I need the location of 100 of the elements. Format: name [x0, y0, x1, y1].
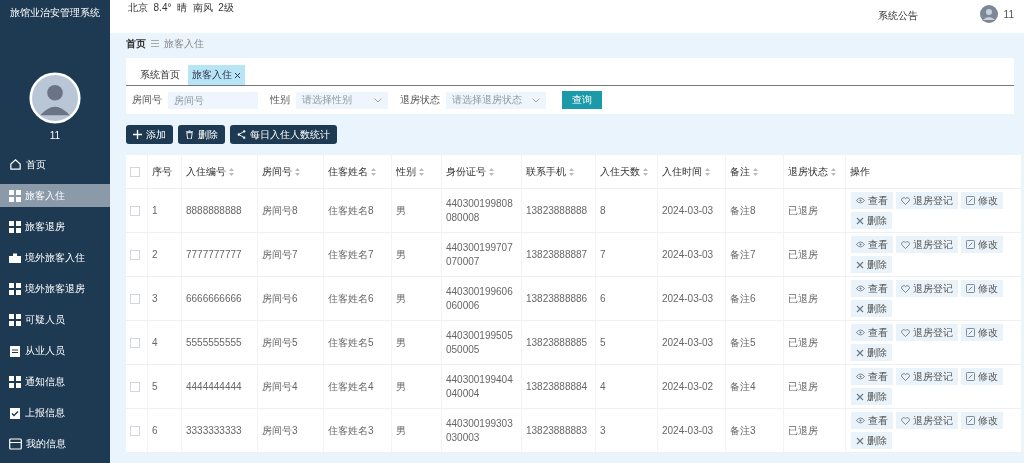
- table-cell: 2024-03-03: [662, 203, 714, 218]
- table-cell: 8888888888: [186, 203, 242, 218]
- table-cell: 8: [600, 203, 606, 218]
- action-button[interactable]: 查看: [851, 236, 893, 253]
- action-button[interactable]: 删除: [851, 300, 892, 317]
- avatar: [28, 72, 82, 124]
- menu-item[interactable]: 上报信息: [0, 401, 110, 424]
- action-button[interactable]: 修改: [961, 280, 1003, 297]
- table-cell: 13823888887: [526, 247, 588, 262]
- table-cell: 2024-03-03: [662, 335, 714, 350]
- table-cell: 13823888884: [526, 379, 588, 394]
- action-button[interactable]: 删除: [851, 388, 892, 405]
- avatar[interactable]: [979, 5, 998, 23]
- menu-item[interactable]: 可疑人员: [0, 308, 110, 331]
- grid-icon: [9, 313, 21, 326]
- sort-icon[interactable]: [753, 167, 758, 176]
- table-cell: 13823888886: [526, 291, 588, 306]
- checkbox[interactable]: [130, 293, 140, 304]
- action-button[interactable]: 查看: [851, 368, 893, 385]
- sort-icon[interactable]: [419, 167, 424, 176]
- column-header[interactable]: 联系手机: [526, 164, 574, 179]
- sort-icon[interactable]: [705, 167, 710, 176]
- checkbox[interactable]: [130, 425, 140, 436]
- table-cell: 备注3: [730, 423, 756, 438]
- action-button[interactable]: 查看: [851, 280, 893, 297]
- menu-item[interactable]: 首页: [0, 153, 110, 176]
- tab[interactable]: 系统首页: [136, 65, 184, 85]
- action-button[interactable]: 退房登记: [896, 192, 958, 209]
- heart-icon: [901, 284, 910, 293]
- checkbox[interactable]: [130, 205, 140, 216]
- action-button[interactable]: 修改: [961, 368, 1003, 385]
- action-button[interactable]: 删除: [851, 256, 892, 273]
- eye-icon: [856, 373, 865, 380]
- checkbox[interactable]: [130, 337, 140, 348]
- table-cell: 房间号7: [262, 247, 298, 262]
- action-button[interactable]: 查看: [851, 324, 893, 341]
- input-field[interactable]: 房间号: [168, 91, 258, 109]
- action-button[interactable]: 修改: [961, 236, 1003, 253]
- toolbar-button[interactable]: 每日入住人数统计: [230, 125, 337, 144]
- sort-icon[interactable]: [229, 167, 234, 176]
- edit-icon: [966, 240, 975, 249]
- menu-item[interactable]: 境外旅客入住: [0, 246, 110, 269]
- notice-link[interactable]: 系统公告: [877, 9, 918, 23]
- sort-icon[interactable]: [831, 167, 836, 176]
- clipboard-icon: [9, 344, 21, 357]
- toolbar-button[interactable]: 添加: [126, 125, 173, 144]
- action-button[interactable]: 退房登记: [896, 412, 958, 429]
- table-cell: 房间号6: [262, 291, 298, 306]
- action-button[interactable]: 退房登记: [896, 236, 958, 253]
- menu-item[interactable]: 旅客退房: [0, 215, 110, 238]
- column-header[interactable]: 性别: [396, 164, 424, 179]
- action-button[interactable]: 修改: [961, 192, 1003, 209]
- checkbox[interactable]: [130, 381, 140, 392]
- sort-icon[interactable]: [643, 167, 648, 176]
- table-cell: 房间号3: [262, 423, 298, 438]
- action-button[interactable]: 退房登记: [896, 368, 958, 385]
- action-button[interactable]: 退房登记: [896, 280, 958, 297]
- action-button[interactable]: 修改: [961, 412, 1003, 429]
- menu-item[interactable]: 从业人员: [0, 339, 110, 362]
- table-cell-text: 440300199303030003: [446, 416, 514, 445]
- sort-icon[interactable]: [295, 167, 300, 176]
- table-cell: 13823888883: [526, 423, 588, 438]
- table-cell: 2024-03-03: [662, 291, 714, 306]
- column-header[interactable]: 房间号: [262, 164, 300, 179]
- table-cell: 已退房: [788, 335, 818, 350]
- table-cell: 房间号8: [262, 203, 298, 218]
- chevron-down-icon: [374, 97, 382, 103]
- checkbox[interactable]: [130, 166, 140, 177]
- menu-item[interactable]: 境外旅客退房: [0, 277, 110, 300]
- sort-icon[interactable]: [569, 167, 574, 176]
- toolbar-button[interactable]: 删除: [178, 125, 225, 144]
- heart-icon: [901, 240, 910, 249]
- menu-item[interactable]: 通知信息: [0, 370, 110, 393]
- sort-icon[interactable]: [489, 167, 494, 176]
- table-cell: 6666666666: [186, 291, 242, 306]
- column-header[interactable]: 备注: [730, 164, 758, 179]
- column-header[interactable]: 身份证号: [446, 164, 494, 179]
- action-button[interactable]: 查看: [851, 192, 893, 209]
- column-header[interactable]: 入住时间: [662, 164, 710, 179]
- action-button[interactable]: 查看: [851, 412, 893, 429]
- eye-icon: [856, 329, 865, 336]
- column-header[interactable]: 退房状态: [788, 164, 836, 179]
- column-header[interactable]: 入住天数: [600, 164, 648, 179]
- checkbox[interactable]: [130, 249, 140, 260]
- trash-icon: [185, 130, 194, 139]
- table-cell: 男: [396, 203, 406, 218]
- action-button[interactable]: 删除: [851, 344, 892, 361]
- sort-icon[interactable]: [371, 167, 376, 176]
- action-button[interactable]: 删除: [851, 432, 892, 449]
- action-button[interactable]: 退房登记: [896, 324, 958, 341]
- breadcrumb-item[interactable]: 首页: [126, 36, 146, 51]
- table-cell: 房间号5: [262, 335, 298, 350]
- action-button[interactable]: 删除: [851, 212, 892, 229]
- menu-item[interactable]: 我的信息: [0, 432, 110, 455]
- column-header[interactable]: 住客姓名: [328, 164, 376, 179]
- close-icon: [856, 304, 864, 313]
- column-header[interactable]: 入住编号: [186, 164, 234, 179]
- tab[interactable]: 旅客入住: [188, 65, 245, 85]
- action-button[interactable]: 修改: [961, 324, 1003, 341]
- close-icon[interactable]: [234, 71, 241, 79]
